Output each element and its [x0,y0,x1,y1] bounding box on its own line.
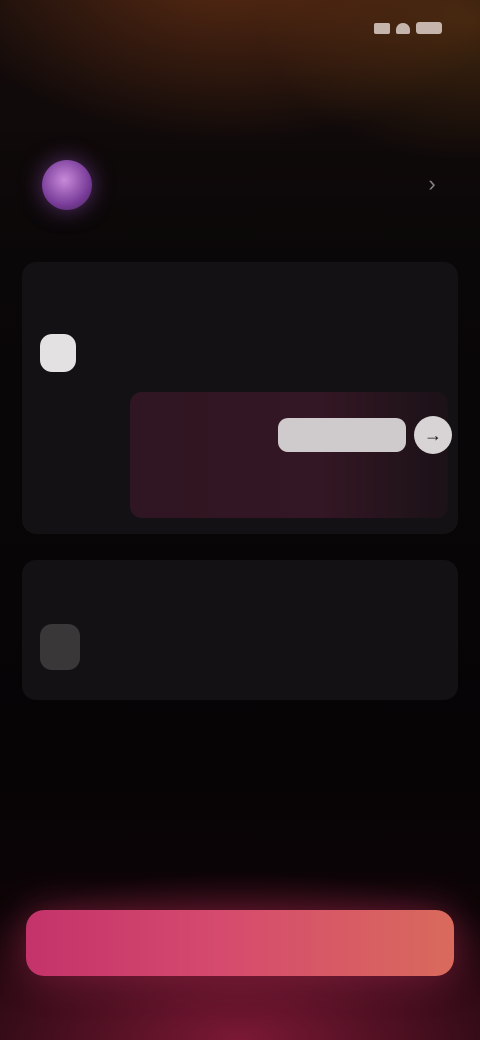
app-screen: › → [0,0,480,1040]
avatar [42,160,92,210]
plan-pill-button[interactable] [40,334,76,372]
signal-icon [374,22,390,34]
page-header [0,56,480,116]
promo-panel: → [130,392,452,518]
wifi-icon [396,22,410,34]
secondary-pill-button[interactable] [40,624,80,670]
status-bar [0,0,480,56]
arrow-right-icon[interactable]: → [414,416,452,454]
plan-card: → [22,262,458,534]
battery-icon [416,22,442,34]
status-time [38,18,128,38]
chevron-right-icon[interactable]: › [418,170,446,198]
primary-cta-button[interactable] [26,910,454,976]
status-icons [372,18,442,38]
promo-button[interactable] [278,418,406,452]
secondary-card [22,560,458,700]
account-row[interactable]: › [20,140,460,230]
